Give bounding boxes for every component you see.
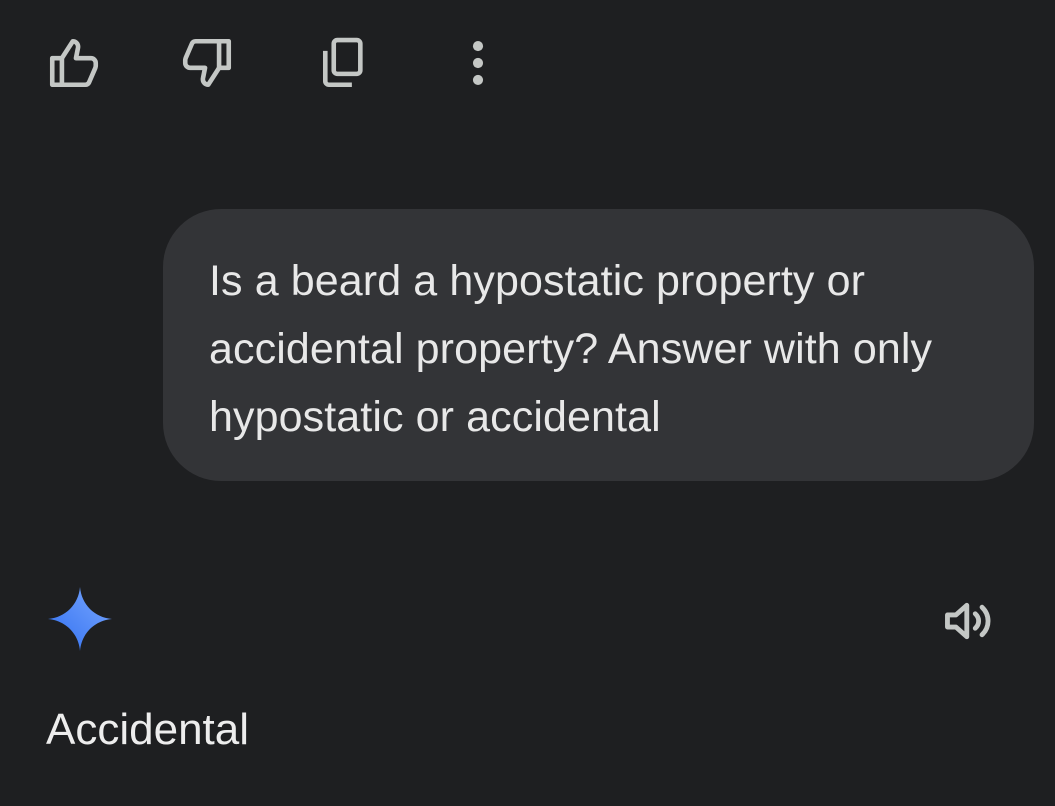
model-response-header — [0, 580, 1055, 660]
gemini-spark-icon — [48, 587, 112, 651]
model-response-text: Accidental — [46, 705, 250, 754]
more-options-button[interactable] — [448, 30, 508, 96]
copy-icon — [322, 37, 363, 88]
thumbs-up-icon — [49, 38, 99, 88]
speaker-icon — [945, 602, 991, 640]
copy-button[interactable] — [311, 30, 371, 96]
more-vertical-icon — [472, 41, 484, 85]
thumbs-down-icon — [182, 38, 232, 88]
response-action-bar — [0, 0, 1055, 130]
listen-button[interactable] — [935, 588, 1001, 654]
like-button[interactable] — [44, 30, 104, 96]
user-message-bubble: Is a beard a hypostatic property or acci… — [163, 209, 1034, 481]
user-message-text: Is a beard a hypostatic property or acci… — [209, 257, 933, 441]
dislike-button[interactable] — [177, 30, 237, 96]
